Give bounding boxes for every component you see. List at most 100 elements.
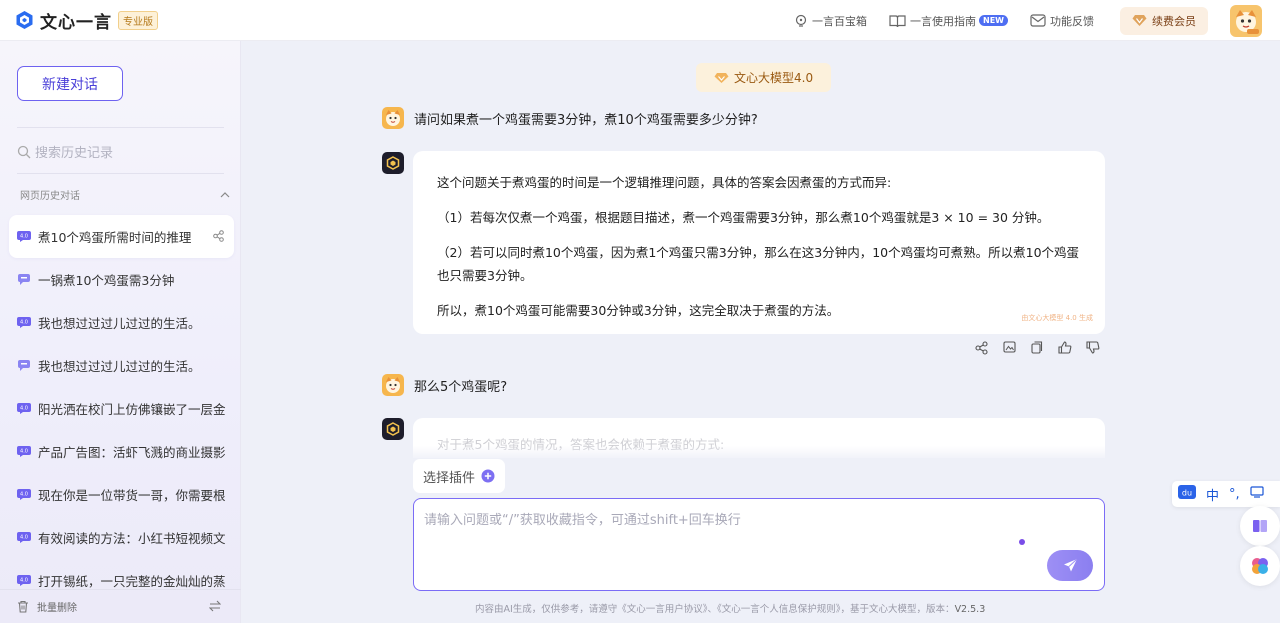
history-item[interactable]: 4.0 现在你是一位带货一哥，你需要根 <box>9 473 234 516</box>
mascot-icon <box>386 110 400 126</box>
answer-actions <box>967 341 1107 355</box>
like-button[interactable] <box>1051 341 1079 355</box>
history-item[interactable]: 4.0 煮10个鸡蛋所需时间的推理 <box>9 215 234 258</box>
bot-avatar <box>382 152 404 174</box>
chat-icon: 4.0 <box>17 317 31 328</box>
chat-icon: 4.0 <box>17 403 31 414</box>
svg-text:4.0: 4.0 <box>20 578 28 584</box>
history-search[interactable]: 搜索历史记录 <box>17 142 113 161</box>
history-item[interactable]: 4.0 有效阅读的方法：小红书短视频文 <box>9 516 234 559</box>
feedback-link[interactable]: 功能反馈 <box>1030 13 1094 29</box>
ime-mode-label: 中 <box>1206 488 1220 504</box>
toolbox-label: 一言百宝箱 <box>812 14 868 28</box>
user-message: 那么5个鸡蛋呢? <box>382 374 507 396</box>
guide-link[interactable]: 一言使用指南 NEW <box>889 13 1008 29</box>
book-icon <box>889 14 906 27</box>
search-icon <box>17 145 31 158</box>
chevron-up-icon <box>220 191 230 197</box>
send-button[interactable] <box>1047 550 1093 581</box>
trash-icon <box>18 600 28 613</box>
book-icon <box>1253 520 1267 532</box>
history-item-label: 煮10个鸡蛋所需时间的推理 <box>38 230 192 245</box>
svg-text:4.0: 4.0 <box>20 406 28 412</box>
diamond-icon <box>714 72 729 83</box>
renew-membership-button[interactable]: 续费会员 <box>1120 6 1208 35</box>
chat-icon: 4.0 <box>17 446 31 457</box>
history-item-label: 我也想过过过儿过过的生活。 <box>38 359 201 374</box>
guide-label: 一言使用指南 <box>910 14 977 28</box>
user-avatar <box>382 107 404 129</box>
chat-icon <box>18 274 30 285</box>
keyboard-icon <box>1250 486 1264 502</box>
message-composer <box>413 498 1105 591</box>
user-question: 那么5个鸡蛋呢? <box>414 379 508 395</box>
chat-icon: 4.0 <box>17 231 31 242</box>
new-badge: NEW <box>979 15 1008 26</box>
history-item-label: 现在你是一位带货一哥，你需要根 <box>38 488 226 503</box>
diamond-icon <box>1132 15 1147 26</box>
version-label: V2.5.3 <box>954 604 986 615</box>
swap-icon[interactable] <box>209 600 221 612</box>
chat-icon <box>18 360 30 371</box>
select-plugin-button[interactable]: 选择插件 <box>413 459 506 493</box>
logo-icon <box>14 10 34 30</box>
history-item[interactable]: 4.0 阳光洒在校门上仿佛镶嵌了一层金 <box>9 387 234 430</box>
dislike-button[interactable] <box>1079 341 1107 355</box>
thumbs-up-icon <box>1058 341 1072 354</box>
history-item-label: 一锅煮10个鸡蛋需3分钟 <box>38 273 175 288</box>
mascot-icon <box>386 377 400 393</box>
history-item[interactable]: 4.0 产品广告图：活虾飞溅的商业摄影 <box>9 430 234 473</box>
lightbulb-icon <box>795 14 807 27</box>
brain-icon <box>1252 558 1268 574</box>
feedback-label: 功能反馈 <box>1050 14 1094 28</box>
bot-answer: 这个问题关于煮鸡蛋的时间是一个逻辑推理问题，具体的答案会因煮蛋的方式而异: （1… <box>413 151 1105 334</box>
scroll-fade <box>402 446 1122 461</box>
ai-assistant-button[interactable] <box>1240 546 1280 586</box>
share-icon <box>974 341 988 355</box>
reading-helper-button[interactable] <box>1240 506 1280 546</box>
divider <box>17 127 224 128</box>
user-avatar <box>382 374 404 396</box>
history-item[interactable]: 4.0 我也想过过过儿过过的生活。 <box>9 301 234 344</box>
chat-area: 文心大模型4.0 请问如果煮一个鸡蛋需要3分钟，煮10个鸡蛋需要多少分钟? 这个… <box>242 41 1280 623</box>
copy-button[interactable] <box>1023 341 1051 355</box>
svg-text:4.0: 4.0 <box>20 492 28 498</box>
answer-paragraph: 这个问题关于煮鸡蛋的时间是一个逻辑推理问题，具体的答案会因煮蛋的方式而异: <box>437 175 892 190</box>
image-icon <box>1002 341 1016 353</box>
toolbox-link[interactable]: 一言百宝箱 <box>794 13 867 29</box>
plus-circle-icon <box>481 469 495 483</box>
user-avatar[interactable] <box>1230 4 1262 37</box>
user-question: 请问如果煮一个鸡蛋需要3分钟，煮10个鸡蛋需要多少分钟? <box>414 112 758 128</box>
svg-text:4.0: 4.0 <box>20 234 28 240</box>
history-item[interactable]: 一锅煮10个鸡蛋需3分钟 <box>9 258 234 301</box>
model-label[interactable]: 文心大模型4.0 <box>696 63 832 92</box>
top-bar: 文心一言 专业版 一言百宝箱 一言使用指南 NEW 功能反馈 续费会员 <box>0 0 1280 41</box>
ime-toolbar[interactable]: du 中 °, <box>1172 481 1280 507</box>
ernie-logo-icon <box>386 156 400 170</box>
message-input[interactable] <box>424 509 1024 539</box>
history-item-label: 我也想过过过儿过过的生活。 <box>38 316 201 331</box>
history-item[interactable]: 我也想过过过儿过过的生活。 <box>9 344 234 387</box>
image-button[interactable] <box>995 341 1023 355</box>
history-item-label: 产品广告图：活虾飞溅的商业摄影 <box>38 445 226 460</box>
plugin-label: 选择插件 <box>423 470 476 486</box>
punctuation-icon: °, <box>1229 486 1240 502</box>
disclaimer-text: 内容由AI生成，仅供参考，请遵守《文心一言用户协议》、《文心一言个人信息保护规则… <box>475 604 955 615</box>
section-title: 网页历史对话 <box>20 191 80 202</box>
share-icon[interactable] <box>213 230 224 242</box>
mascot-icon <box>1236 9 1259 34</box>
disclaimer: 内容由AI生成，仅供参考，请遵守《文心一言用户协议》、《文心一言个人信息保护规则… <box>475 601 985 615</box>
send-icon <box>1063 558 1077 572</box>
logo[interactable]: 文心一言 专业版 <box>14 8 158 33</box>
new-chat-button[interactable]: 新建对话 <box>17 66 123 101</box>
history-section-header[interactable]: 网页历史对话 <box>20 187 230 202</box>
batch-delete-button[interactable]: 批量删除 <box>17 599 77 614</box>
history-item-label: 阳光洒在校门上仿佛镶嵌了一层金 <box>38 402 226 417</box>
chat-icon: 4.0 <box>17 489 31 500</box>
chat-icon: 4.0 <box>17 575 31 586</box>
chat-icon: 4.0 <box>17 532 31 543</box>
sidebar-footer: 批量删除 <box>0 589 241 623</box>
share-button[interactable] <box>967 341 995 355</box>
mail-icon <box>1030 14 1046 27</box>
renew-label: 续费会员 <box>1152 14 1196 28</box>
